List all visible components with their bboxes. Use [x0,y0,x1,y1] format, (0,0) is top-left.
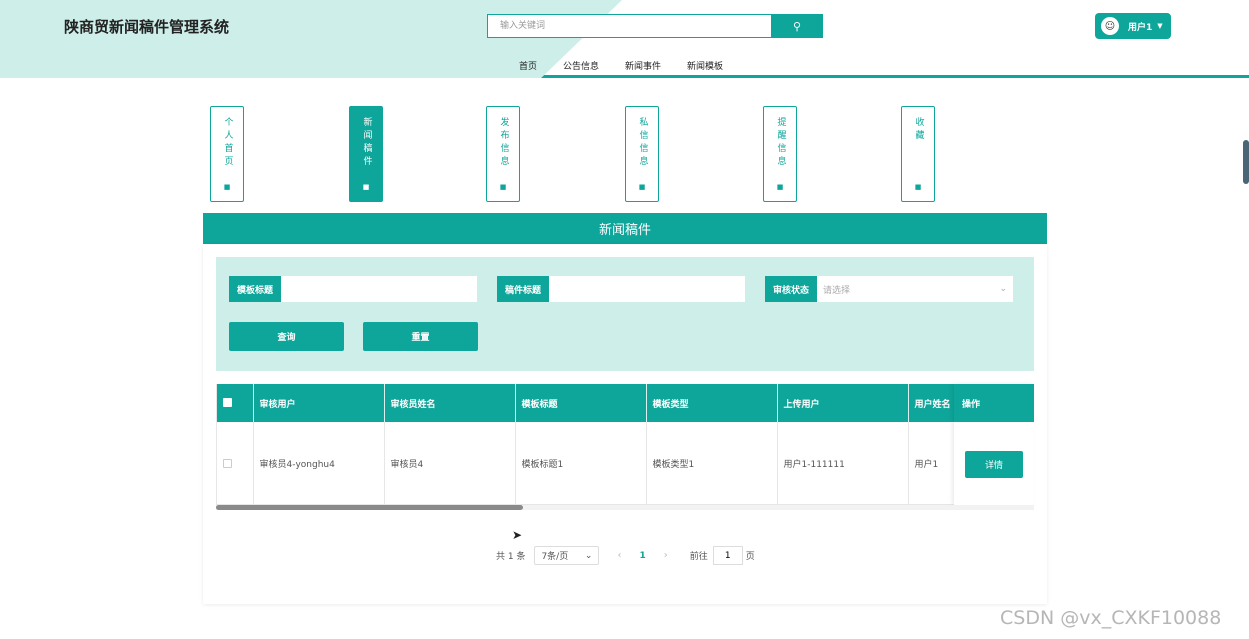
row-select-cell [217,422,254,504]
filter-review-status: 审核状态 请选择 ⌄ [765,276,1014,302]
search-button[interactable]: ⚲ [771,14,823,38]
chevron-down-icon: ⌄ [584,550,593,561]
select-all-cell [217,384,254,422]
review-status-select[interactable]: 请选择 ⌄ [817,276,1014,302]
col-template-type: 模板类型 [646,384,778,422]
draft-title-input[interactable] [549,276,746,302]
menu-label: 个人首页 [222,117,233,169]
col-actions: 操作 [954,384,1034,422]
cell-template-type: 模板类型1 [646,422,778,504]
caret-down-icon: ▼ [1157,22,1163,30]
query-button[interactable]: 查询 [229,322,344,351]
watermark: CSDN @vx_CXKF10088 [1000,607,1222,629]
pagination: 共 1 条 7条/页 ⌄ ‹ 1 › 前往 页 [496,546,755,565]
goto-label: 前往 [689,552,708,562]
menu-item-profile[interactable]: 个人首页 ■ [210,106,244,202]
search-icon: ⚲ [792,19,802,33]
site-title: 陕商贸新闻稿件管理系统 [64,18,230,36]
next-page-icon[interactable]: › [664,550,668,561]
filter-draft-title: 稿件标题 [497,276,746,302]
main-nav: 首页 公告信息 新闻事件 新闻模板 [519,59,749,72]
menu-item-icon: ■ [362,183,370,191]
goto-page-input[interactable] [712,546,743,565]
chevron-down-icon: ⌄ [999,284,1008,294]
menu-item-icon: ■ [776,183,784,191]
nav-announcements[interactable]: 公告信息 [563,59,599,72]
menu-item-publish-info[interactable]: 发布信息 ■ [486,106,520,202]
nav-news-events[interactable]: 新闻事件 [625,59,661,72]
filter-label: 稿件标题 [497,276,550,302]
row-checkbox[interactable] [223,458,232,468]
menu-item-icon: ■ [499,183,507,191]
col-reviewer: 审核用户 [253,384,385,422]
user-menu-button[interactable]: ☺ 用户1 ▼ [1095,13,1171,39]
nav-home[interactable]: 首页 [519,59,537,72]
menu-label: 收藏 [913,117,924,143]
prev-page-icon[interactable]: ‹ [617,550,621,561]
filter-label: 模板标题 [229,276,282,302]
col-reviewer-name: 审核员姓名 [384,384,516,422]
nav-news-templates[interactable]: 新闻模板 [687,59,723,72]
menu-item-icon: ■ [638,183,646,191]
menu-label: 发布信息 [498,117,509,169]
page-size-select[interactable]: 7条/页 ⌄ [534,546,600,565]
panel-title: 新闻稿件 [203,213,1047,244]
data-table: 审核用户 审核员姓名 模板标题 模板类型 上传用户 用户姓名 审核员4-yong… [216,384,1034,505]
cell-reviewer: 审核员4-yonghu4 [253,422,385,504]
user-name: 用户1 [1128,22,1153,33]
total-count: 共 1 条 [496,552,526,562]
menu-item-icon: ■ [223,183,231,191]
menu-item-favorites[interactable]: 收藏 ■ [901,106,935,202]
page-suffix: 页 [745,552,755,562]
page: 陕商贸新闻稿件管理系统 ⚲ ☺ 用户1 ▼ 首页 公告信息 新闻事件 新闻模板 … [0,0,1249,639]
menu-label: 新闻稿件 [361,117,372,169]
select-placeholder: 请选择 [823,285,851,296]
menu-item-private-messages[interactable]: 私信信息 ■ [625,106,659,202]
detail-button[interactable]: 详情 [965,451,1023,478]
table-row: 审核员4-yonghu4 审核员4 模板标题1 模板类型1 用户1-111111… [217,422,988,504]
mouse-cursor-icon: ➤ [512,528,523,542]
menu-item-reminders[interactable]: 提醒信息 ■ [763,106,797,202]
page-number-current[interactable]: 1 [639,551,645,561]
col-template-title: 模板标题 [515,384,647,422]
reset-button[interactable]: 重置 [363,322,478,351]
col-uploader: 上传用户 [777,384,909,422]
page-size-value: 7条/页 [541,552,569,562]
avatar-icon: ☺ [1101,17,1119,35]
menu-item-news-drafts[interactable]: 新闻稿件 ■ [349,106,383,202]
table-header-row: 审核用户 审核员姓名 模板标题 模板类型 上传用户 用户姓名 [217,384,988,422]
menu-label: 私信信息 [637,117,648,169]
header: 陕商贸新闻稿件管理系统 ⚲ ☺ 用户1 ▼ 首页 公告信息 新闻事件 新闻模板 [0,0,1249,78]
cell-uploader: 用户1-111111 [777,422,909,504]
menu-item-icon: ■ [914,183,922,191]
search-bar: ⚲ [487,14,823,38]
window-edge-handle [1243,140,1249,184]
fixed-action-column: 操作 详情 [954,384,1034,505]
template-title-input[interactable] [281,276,478,302]
select-all-checkbox[interactable] [223,398,232,407]
search-input[interactable] [487,14,771,38]
cell-template-title: 模板标题1 [515,422,647,504]
cell-reviewer-name: 审核员4 [384,422,516,504]
filter-template-title: 模板标题 [229,276,478,302]
menu-label: 提醒信息 [775,117,786,169]
horizontal-scrollbar-thumb[interactable] [216,505,523,510]
filter-label: 审核状态 [765,276,818,302]
filter-box [216,257,1034,371]
